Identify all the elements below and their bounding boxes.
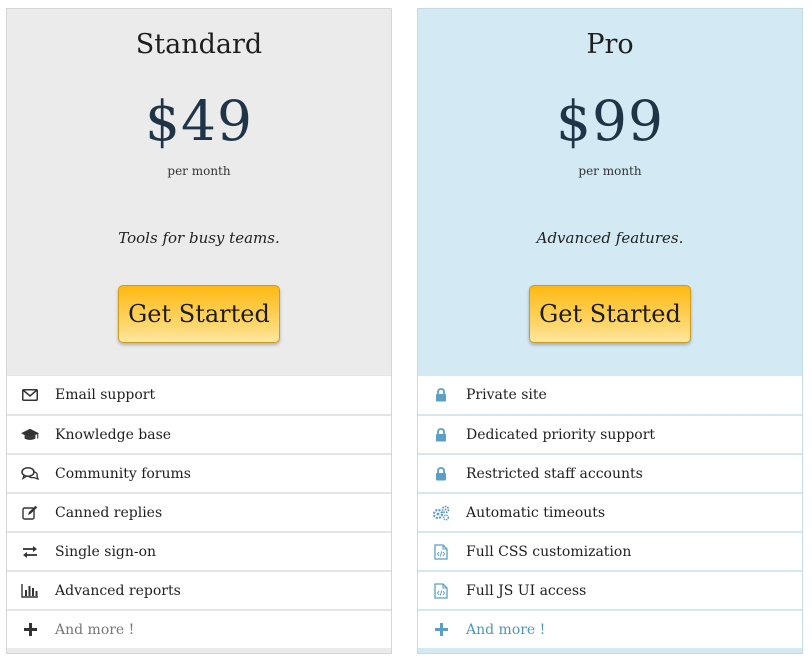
feature-item: And more ! bbox=[418, 609, 802, 648]
exchange-arrows-icon bbox=[21, 543, 39, 561]
feature-label: Advanced reports bbox=[55, 582, 181, 599]
plan-card-pro: Pro $99 per month Advanced features. Get… bbox=[417, 8, 803, 654]
plan-period: per month bbox=[167, 164, 231, 178]
feature-label: Automatic timeouts bbox=[466, 504, 606, 521]
feature-item: Canned replies bbox=[7, 492, 391, 531]
code-file-icon bbox=[432, 582, 450, 600]
lock-icon bbox=[432, 465, 450, 483]
chat-bubbles-icon bbox=[21, 465, 39, 483]
plan-header: Pro $99 per month Advanced features. Get… bbox=[418, 9, 802, 375]
code-file-icon bbox=[432, 543, 450, 561]
feature-item: And more ! bbox=[7, 609, 391, 648]
feature-label: Single sign-on bbox=[55, 543, 157, 560]
feature-label: Email support bbox=[55, 387, 156, 403]
edit-icon bbox=[21, 504, 39, 522]
plan-title: Standard bbox=[135, 29, 263, 60]
feature-label: And more ! bbox=[55, 621, 135, 638]
plan-tagline: Tools for busy teams. bbox=[118, 229, 280, 247]
feature-item: Private site bbox=[418, 375, 802, 414]
feature-label: Community forums bbox=[55, 465, 191, 482]
gears-icon bbox=[432, 504, 450, 522]
feature-label: Canned replies bbox=[55, 504, 163, 521]
get-started-button[interactable]: Get Started bbox=[529, 285, 691, 343]
plan-header: Standard $49 per month Tools for busy te… bbox=[7, 9, 391, 375]
feature-item: Email support bbox=[7, 375, 391, 414]
feature-label: Private site bbox=[466, 387, 547, 403]
feature-item: Dedicated priority support bbox=[418, 414, 802, 453]
lock-icon bbox=[432, 386, 450, 404]
feature-item: Single sign-on bbox=[7, 531, 391, 570]
feature-label: Knowledge base bbox=[55, 426, 172, 443]
feature-label: Full CSS customization bbox=[466, 543, 632, 560]
feature-item: Community forums bbox=[7, 453, 391, 492]
feature-item: Automatic timeouts bbox=[418, 492, 802, 531]
plus-icon bbox=[21, 621, 39, 639]
plan-tagline: Advanced features. bbox=[536, 229, 684, 247]
plan-price: $99 bbox=[556, 89, 664, 153]
feature-item: Full JS UI access bbox=[418, 570, 802, 609]
feature-label: Restricted staff accounts bbox=[466, 465, 643, 482]
feature-item: Full CSS customization bbox=[418, 531, 802, 570]
bar-chart-icon bbox=[21, 582, 39, 600]
graduation-cap-icon bbox=[21, 426, 39, 444]
feature-item: Knowledge base bbox=[7, 414, 391, 453]
lock-icon bbox=[432, 426, 450, 444]
plus-icon bbox=[432, 621, 450, 639]
plan-card-standard: Standard $49 per month Tools for busy te… bbox=[6, 8, 392, 654]
feature-list: Email support Knowledge base Community f… bbox=[7, 375, 391, 648]
get-started-button[interactable]: Get Started bbox=[118, 285, 280, 343]
plan-title: Pro bbox=[586, 29, 634, 60]
feature-item: Restricted staff accounts bbox=[418, 453, 802, 492]
feature-list: Private site Dedicated priority support … bbox=[418, 375, 802, 648]
envelope-icon bbox=[21, 386, 39, 404]
feature-label: Dedicated priority support bbox=[466, 426, 656, 443]
feature-item: Advanced reports bbox=[7, 570, 391, 609]
plan-period: per month bbox=[578, 164, 642, 178]
and-more-link[interactable]: And more ! bbox=[466, 622, 545, 638]
feature-label: Full JS UI access bbox=[466, 582, 587, 599]
plan-price: $49 bbox=[145, 89, 253, 153]
